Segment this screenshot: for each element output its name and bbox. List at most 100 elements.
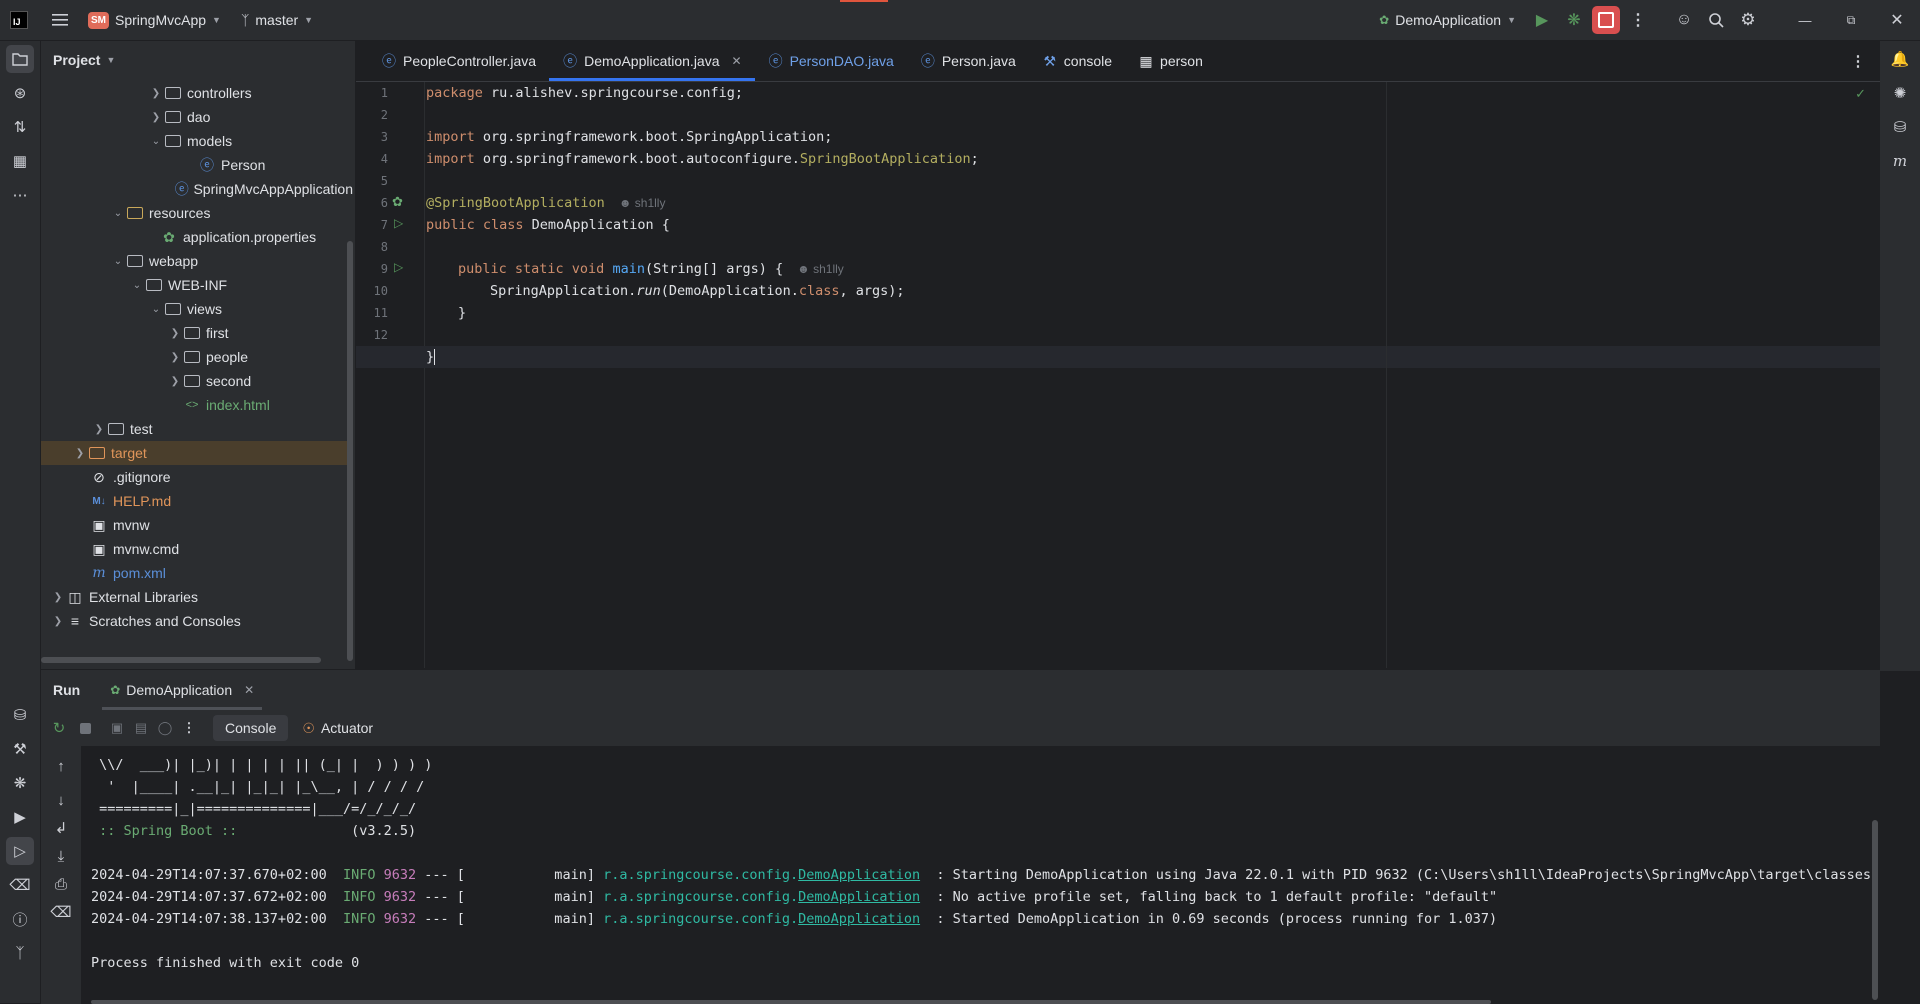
tree-item[interactable]: ⓔ Person: [41, 153, 353, 177]
console-horizontal-scrollbar[interactable]: [91, 1000, 1491, 1004]
tab-peoplecontroller[interactable]: ⓔ PeopleController.java: [368, 41, 549, 81]
line-number: 9: [380, 262, 388, 276]
run-icon[interactable]: ▶: [1526, 4, 1558, 36]
ai-assistant-icon[interactable]: ✺: [1886, 79, 1914, 107]
tree-item[interactable]: M↓ HELP.md: [41, 489, 353, 513]
tree-item[interactable]: ▣ mvnw.cmd: [41, 537, 353, 561]
tree-item[interactable]: ❯ test: [41, 417, 353, 441]
down-arrow-icon[interactable]: ↓: [47, 786, 75, 814]
tree-item[interactable]: ❯ controllers: [41, 81, 353, 105]
tab-person[interactable]: ⓔ Person.java: [907, 41, 1029, 81]
close-tab-icon[interactable]: ✕: [244, 683, 254, 697]
console-tab[interactable]: Console: [213, 715, 289, 741]
run-config-selector[interactable]: ✿ DemoApplication ▼: [1379, 0, 1516, 40]
stop-icon[interactable]: [69, 712, 101, 744]
logger-link[interactable]: DemoApplication: [798, 867, 920, 883]
git-tool-icon[interactable]: ᛉ: [6, 939, 34, 967]
tree-item[interactable]: ✿ application.properties: [41, 225, 353, 249]
tab-demoapplication[interactable]: ⓔ DemoApplication.java ✕: [549, 41, 756, 81]
close-window-icon[interactable]: ✕: [1874, 4, 1920, 36]
title-bar: IJ SM SpringMvcApp ▼ ᛉ master ▼ ✿ DemoAp…: [0, 0, 1920, 41]
console-line: :: Spring Boot :: (v3.2.5): [91, 823, 417, 839]
terminal-icon[interactable]: ⌫: [6, 871, 34, 899]
print-icon[interactable]: ⎙: [47, 870, 75, 898]
services-icon[interactable]: ▶: [6, 803, 34, 831]
author-hint[interactable]: ☻ sh1lly: [619, 196, 666, 210]
pull-requests-icon[interactable]: ⇅: [6, 113, 34, 141]
console-output[interactable]: \\/ ___)| |_)| | | | | || (_| | ) ) ) ) …: [81, 746, 1880, 1004]
notifications-icon[interactable]: 🔔: [1886, 45, 1914, 73]
database-icon[interactable]: ⛁: [6, 701, 34, 729]
no-problems-icon[interactable]: ✓: [1855, 86, 1866, 102]
horizontal-scrollbar[interactable]: [41, 657, 321, 663]
logger-link[interactable]: DemoApplication: [798, 911, 920, 927]
code-line: SpringApplication.run(DemoApplication.cl…: [490, 283, 905, 299]
trash-icon[interactable]: ⌫: [47, 898, 75, 926]
more-icon[interactable]: ⋮: [173, 712, 205, 744]
tree-item[interactable]: ⌄ views: [41, 297, 353, 321]
search-icon[interactable]: [1700, 4, 1732, 36]
spring-bean-gutter-icon[interactable]: ✿: [392, 194, 403, 210]
up-arrow-icon[interactable]: ↑: [47, 752, 75, 780]
stop-icon[interactable]: [1590, 4, 1622, 36]
actuator-tab[interactable]: ☉ Actuator: [292, 715, 383, 741]
tree-item[interactable]: m pom.xml: [41, 561, 353, 585]
run-config-tab[interactable]: ✿ DemoApplication ✕: [102, 670, 263, 710]
tree-item[interactable]: ❯ dao: [41, 105, 353, 129]
settings-gear-icon[interactable]: ⚙: [1732, 4, 1764, 36]
tree-item[interactable]: ❯ ≡ Scratches and Consoles: [41, 609, 353, 633]
project-tool-icon[interactable]: [6, 45, 34, 73]
tree-item[interactable]: ▣ mvnw: [41, 513, 353, 537]
tree-item[interactable]: ❯ first: [41, 321, 353, 345]
tree-item[interactable]: ❯ ◫ External Libraries: [41, 585, 353, 609]
tree-item[interactable]: ⌄ WEB-INF: [41, 273, 353, 297]
more-actions-icon[interactable]: ⋮: [1622, 4, 1654, 36]
tree-item[interactable]: ❯ second: [41, 369, 353, 393]
structure-tool-icon[interactable]: ▦: [6, 147, 34, 175]
run-gutter-icon[interactable]: ▷: [394, 260, 403, 274]
branch-switcher[interactable]: ᛉ master ▼: [241, 0, 313, 40]
code-editor[interactable]: 1 2 3 4 5 6 7 8 9 10 11 12 13 ✿ ▷ ▷ ✓ pa…: [356, 82, 1880, 668]
main-menu-icon[interactable]: [44, 4, 76, 36]
tree-item[interactable]: <> index.html: [41, 393, 353, 417]
project-header[interactable]: Project ▼: [41, 41, 355, 79]
build-icon[interactable]: ⚒: [6, 735, 34, 763]
tree-item[interactable]: ❯ target: [41, 441, 353, 465]
run-tool-window: Run ✿ DemoApplication ✕ ↻ ▣ ▤ ◯ ⋮ Consol…: [41, 669, 1880, 1004]
author-hint[interactable]: ☻ sh1lly: [797, 262, 844, 276]
minimize-icon[interactable]: —: [1782, 4, 1828, 36]
tree-item[interactable]: ⓔ SpringMvcAppApplication: [41, 177, 353, 201]
database-tool-icon[interactable]: ⛁: [1886, 113, 1914, 141]
logger-link[interactable]: DemoApplication: [798, 889, 920, 905]
tree-item[interactable]: ⊘ .gitignore: [41, 465, 353, 489]
tab-actions-icon[interactable]: ⋮: [1842, 45, 1874, 77]
commit-tool-icon[interactable]: ⊛: [6, 79, 34, 107]
soft-wrap-icon[interactable]: ↲: [47, 814, 75, 842]
restore-icon[interactable]: ⧉: [1828, 4, 1874, 36]
intellij-logo[interactable]: IJ: [10, 11, 28, 29]
tab-persondao[interactable]: ⓔ PersonDAO.java: [755, 41, 907, 81]
chevron-down-icon: ⌄: [151, 303, 161, 315]
tree-item[interactable]: ⌄ webapp: [41, 249, 353, 273]
scroll-to-end-icon[interactable]: ⤓: [47, 842, 75, 870]
run-tool-icon[interactable]: ▷: [6, 837, 34, 865]
tab-table-person[interactable]: ▦ person: [1125, 41, 1216, 81]
close-tab-icon[interactable]: ✕: [732, 54, 742, 68]
problems-icon[interactable]: ⓘ: [6, 905, 34, 933]
maven-icon[interactable]: m: [1886, 147, 1914, 175]
tab-console[interactable]: ⚒ console: [1029, 41, 1125, 81]
tree-item[interactable]: ❯ people: [41, 345, 353, 369]
run-gutter-icon[interactable]: ▷: [394, 216, 403, 230]
project-switcher[interactable]: SM SpringMvcApp ▼: [88, 0, 221, 40]
chevron-right-icon: ❯: [53, 591, 63, 603]
console-line: \\/ ___)| |_)| | | | | || (_| | ) ) ) ): [91, 757, 433, 773]
more-tools-icon[interactable]: ⋯: [6, 181, 34, 209]
vertical-scrollbar[interactable]: [347, 241, 353, 661]
add-user-icon[interactable]: ☺: [1668, 4, 1700, 36]
tree-item[interactable]: ⌄ models: [41, 129, 353, 153]
console-vertical-scrollbar[interactable]: [1872, 820, 1878, 1000]
folder-icon: [106, 423, 126, 435]
debug-tool-icon[interactable]: ❋: [6, 769, 34, 797]
tree-item[interactable]: ⌄ resources: [41, 201, 353, 225]
debug-icon[interactable]: ❋: [1558, 4, 1590, 36]
